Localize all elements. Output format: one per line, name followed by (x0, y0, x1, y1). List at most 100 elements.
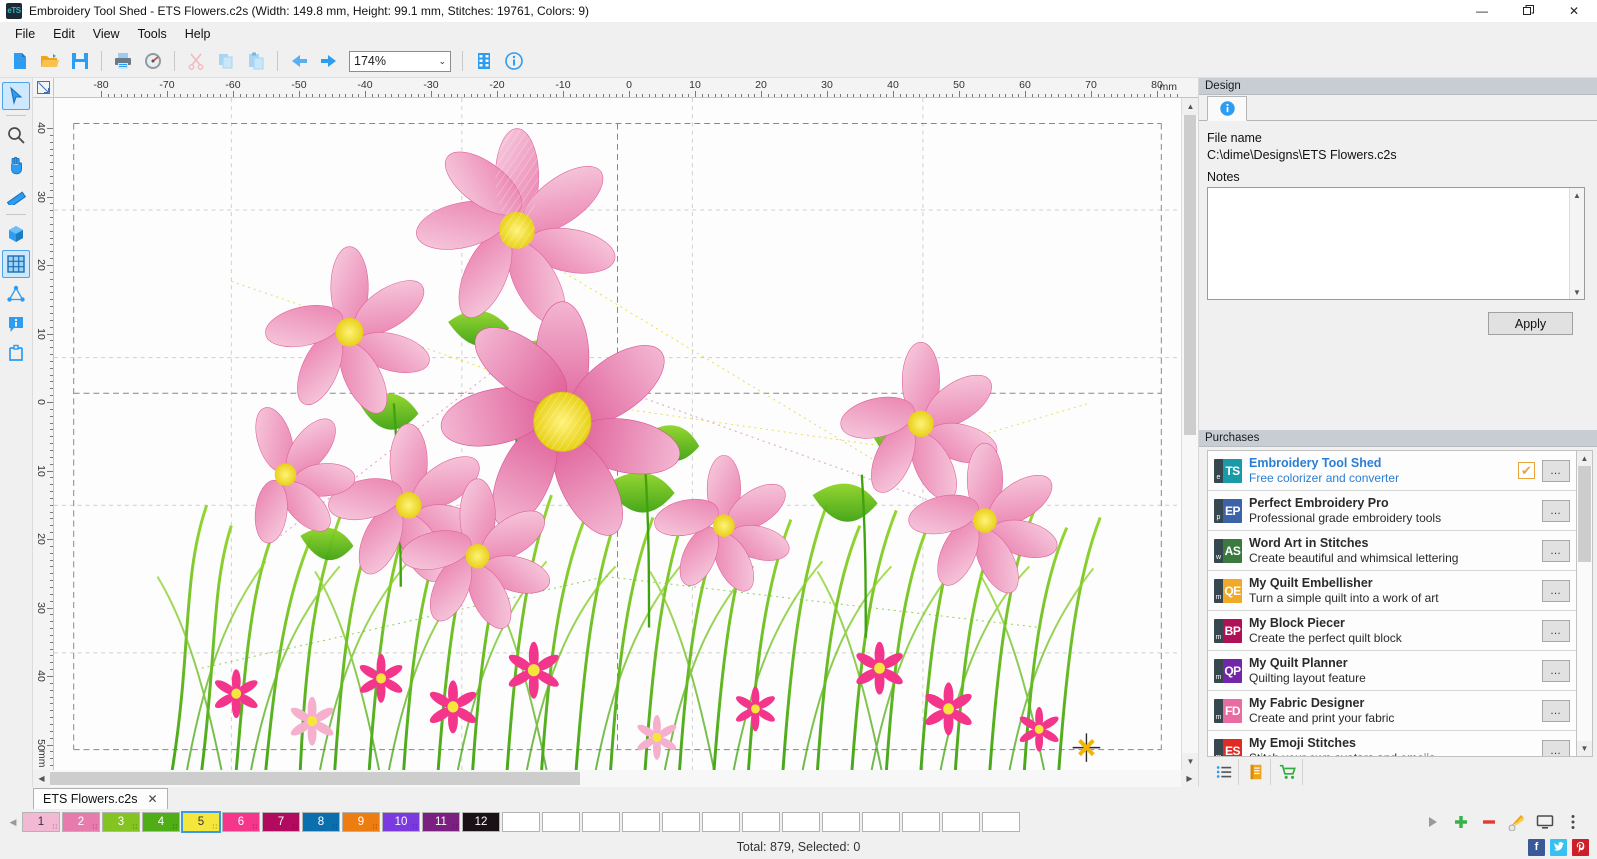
purchase-more-button[interactable]: … (1542, 740, 1570, 758)
swatch-grip-icon[interactable]: ∷ (93, 825, 97, 830)
copy-icon[interactable] (212, 47, 240, 75)
notes-scrollbar[interactable]: ▲ ▼ (1569, 188, 1584, 299)
color-swatch-empty[interactable] (862, 812, 900, 832)
color-swatch[interactable]: 11∷ (422, 812, 460, 832)
purchases-scrollbar[interactable]: ▲ ▼ (1577, 450, 1593, 757)
filmstrip-icon[interactable] (470, 47, 498, 75)
swatch-grip-icon[interactable]: ∷ (53, 825, 57, 830)
swatch-grip-icon[interactable]: ∷ (213, 825, 217, 830)
color-swatch[interactable]: 6∷ (222, 812, 260, 832)
tab-design-info[interactable] (1207, 96, 1247, 121)
color-swatch-empty[interactable] (662, 812, 700, 832)
menu-tools[interactable]: Tools (129, 24, 176, 44)
scroll-up-button[interactable]: ▲ (1182, 98, 1199, 115)
nodes-graph-icon[interactable] (2, 280, 30, 308)
color-swatch-empty[interactable] (782, 812, 820, 832)
undo-arrow-icon[interactable] (285, 47, 313, 75)
purchases-scroll-up-button[interactable]: ▲ (1577, 451, 1592, 466)
cut-scissors-icon[interactable] (182, 47, 210, 75)
zoom-level-combobox[interactable]: 174% ⌄ (349, 51, 451, 72)
color-swatch[interactable]: 1∷ (22, 812, 60, 832)
purchase-more-button[interactable]: … (1542, 500, 1570, 522)
purchases-scroll-track[interactable] (1577, 466, 1592, 741)
document-tab[interactable]: ETS Flowers.c2s ✕ (33, 788, 168, 809)
color-swatch-empty[interactable] (702, 812, 740, 832)
facebook-icon[interactable]: f (1528, 839, 1545, 856)
notes-text[interactable] (1208, 188, 1569, 299)
grid-icon[interactable] (2, 250, 30, 278)
menu-view[interactable]: View (84, 24, 129, 44)
purchase-item[interactable]: pEPPerfect Embroidery ProProfessional gr… (1208, 491, 1576, 531)
horizontal-scroll-track[interactable] (50, 770, 1181, 787)
swatch-grip-icon[interactable]: ∷ (173, 825, 177, 830)
purchase-more-button[interactable]: … (1542, 660, 1570, 682)
color-swatch[interactable]: 5∷ (182, 812, 220, 832)
purchase-more-button[interactable]: … (1542, 620, 1570, 642)
print-icon[interactable] (109, 47, 137, 75)
color-swatch[interactable]: 2∷ (62, 812, 100, 832)
close-icon[interactable]: ✕ (147, 792, 157, 806)
color-fan-icon[interactable] (1507, 812, 1527, 832)
menu-file[interactable]: File (6, 24, 44, 44)
stitch-out-gauge-icon[interactable] (139, 47, 167, 75)
scroll-left-button[interactable]: ◀ (33, 770, 50, 787)
color-swatch-empty[interactable] (942, 812, 980, 832)
color-swatch[interactable]: 7∷ (262, 812, 300, 832)
color-swatch[interactable]: 8∷ (302, 812, 340, 832)
color-swatch-empty[interactable] (542, 812, 580, 832)
color-swatch-empty[interactable] (582, 812, 620, 832)
purchase-item[interactable]: eTSEmbroidery Tool ShedFree colorizer an… (1208, 451, 1576, 491)
hoop-icon[interactable] (2, 340, 30, 368)
canvas-vertical-scrollbar[interactable]: ▲ ▼ (1181, 98, 1198, 770)
canvas-horizontal-scrollbar[interactable]: ◀ ▶ (33, 770, 1198, 787)
color-swatch-empty[interactable] (902, 812, 940, 832)
play-triangle-icon[interactable] (1423, 812, 1443, 832)
color-swatch-empty[interactable] (742, 812, 780, 832)
purchase-item[interactable]: mFDMy Fabric DesignerCreate and print yo… (1208, 691, 1576, 731)
scroll-right-button[interactable]: ▶ (1181, 770, 1198, 787)
ruler-origin-button[interactable] (33, 78, 54, 98)
info-tag-icon[interactable] (2, 310, 30, 338)
notes-scroll-down-button[interactable]: ▼ (1570, 285, 1584, 299)
info-circle-icon[interactable] (500, 47, 528, 75)
select-arrow-icon[interactable] (2, 82, 30, 110)
menu-help[interactable]: Help (176, 24, 220, 44)
color-swatch-empty[interactable] (822, 812, 860, 832)
new-file-icon[interactable] (6, 47, 34, 75)
paste-icon[interactable] (242, 47, 270, 75)
purchase-item[interactable]: wASWord Art in StitchesCreate beautiful … (1208, 531, 1576, 571)
notes-field[interactable]: ▲ ▼ (1207, 187, 1585, 300)
swatch-grip-icon[interactable]: ∷ (333, 825, 337, 830)
remove-minus-icon[interactable] (1479, 812, 1499, 832)
twitter-icon[interactable] (1550, 839, 1567, 856)
color-swatch-empty[interactable] (982, 812, 1020, 832)
vertical-scroll-track[interactable] (1182, 115, 1198, 753)
list-view-icon[interactable] (1209, 759, 1239, 785)
swatch-grip-icon[interactable]: ∷ (413, 825, 417, 830)
open-folder-icon[interactable] (36, 47, 64, 75)
installed-checkbox[interactable]: ✔ (1518, 462, 1535, 479)
more-vertical-icon[interactable] (1563, 812, 1583, 832)
purchases-scroll-thumb[interactable] (1578, 466, 1591, 562)
menu-edit[interactable]: Edit (44, 24, 84, 44)
purchase-item[interactable]: mQPMy Quilt PlannerQuilting layout featu… (1208, 651, 1576, 691)
add-plus-icon[interactable] (1451, 812, 1471, 832)
magnifier-zoom-icon[interactable] (2, 121, 30, 149)
redo-arrow-icon[interactable] (315, 47, 343, 75)
pinterest-icon[interactable] (1572, 839, 1589, 856)
notes-scroll-up-button[interactable]: ▲ (1570, 188, 1584, 202)
swatch-grip-icon[interactable]: ∷ (493, 825, 497, 830)
purchases-scroll-down-button[interactable]: ▼ (1577, 741, 1592, 756)
swatch-grip-icon[interactable]: ∷ (293, 825, 297, 830)
purchase-item[interactable]: mESMy Emoji StitchesStitch your own avat… (1208, 731, 1576, 757)
color-swatch[interactable]: 9∷ (342, 812, 380, 832)
color-swatch[interactable]: 4∷ (142, 812, 180, 832)
apply-button[interactable]: Apply (1488, 312, 1573, 335)
book-catalog-icon[interactable] (1241, 759, 1271, 785)
purchase-more-button[interactable]: … (1542, 700, 1570, 722)
monitor-preview-icon[interactable] (1535, 812, 1555, 832)
vertical-scroll-thumb[interactable] (1184, 115, 1196, 435)
minimize-button[interactable]: — (1459, 0, 1505, 22)
horizontal-scroll-thumb[interactable] (50, 772, 580, 785)
swatch-grip-icon[interactable]: ∷ (373, 825, 377, 830)
